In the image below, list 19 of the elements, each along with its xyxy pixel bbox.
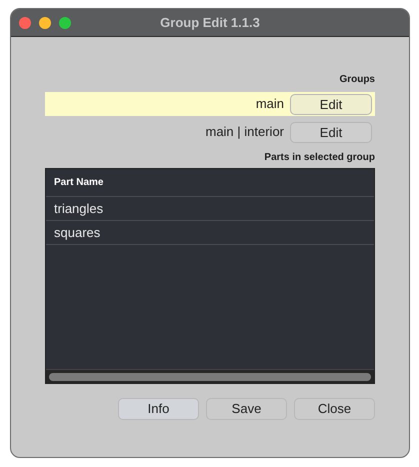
- group-name: main | interior: [205, 123, 284, 142]
- group-row[interactable]: main | interior Edit: [45, 120, 375, 144]
- minimize-window-icon[interactable]: [39, 16, 51, 28]
- edit-button[interactable]: Edit: [290, 122, 372, 142]
- dialog-button[interactable]: Info: [118, 398, 199, 420]
- table-cell-text: triangles: [54, 200, 104, 218]
- group-name: main: [256, 95, 284, 114]
- section-label: Groups: [339, 72, 375, 86]
- zoom-window-icon[interactable]: [59, 16, 71, 28]
- table-cell-text: squares: [54, 224, 100, 242]
- edit-button[interactable]: Edit: [290, 94, 372, 114]
- section-label: Parts in selected group: [264, 150, 375, 164]
- dialog-button[interactable]: Close: [294, 398, 375, 420]
- group-row[interactable]: main Edit: [45, 92, 375, 116]
- close-window-icon[interactable]: [19, 16, 31, 28]
- dialog-button[interactable]: Save: [206, 398, 287, 420]
- window-title: Group Edit 1.1.3: [160, 14, 260, 32]
- scrollbar[interactable]: [49, 372, 371, 380]
- column-header: Part Name: [54, 176, 104, 190]
